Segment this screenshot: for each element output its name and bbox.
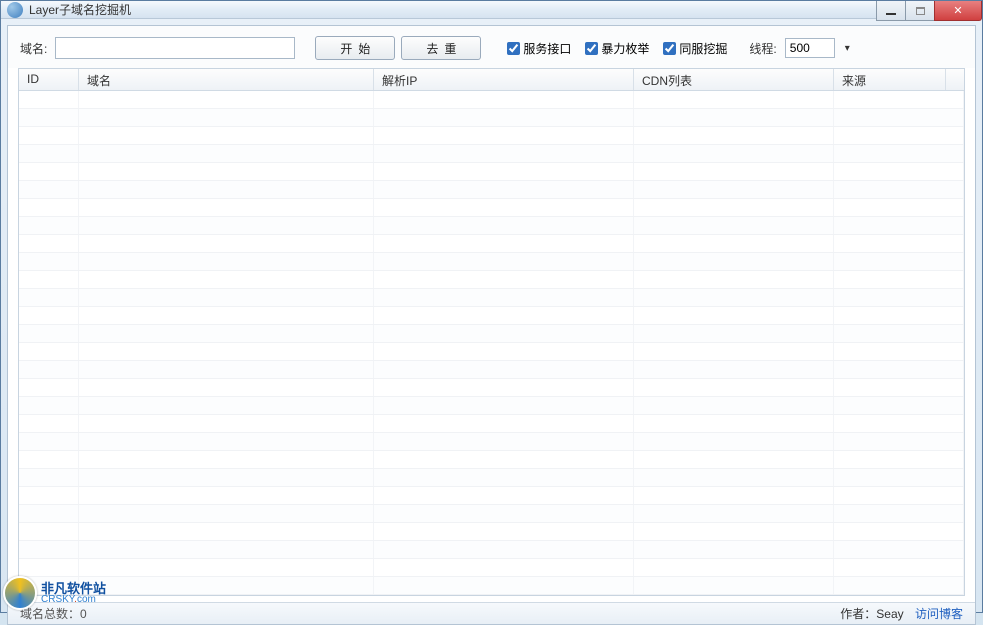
- thread-dropdown-icon[interactable]: ▾: [845, 43, 850, 54]
- blog-link[interactable]: 访问博客: [915, 607, 963, 621]
- th-ip[interactable]: 解析IP: [374, 69, 634, 90]
- author-name: Seay: [876, 607, 903, 621]
- brute-checkbox-group[interactable]: 暴力枚举: [585, 40, 649, 57]
- th-source[interactable]: 来源: [834, 69, 946, 90]
- author-label: 作者：: [840, 607, 876, 621]
- table-row[interactable]: [19, 397, 964, 415]
- sameserver-checkbox-label: 同服挖掘: [679, 40, 727, 57]
- table-row[interactable]: [19, 433, 964, 451]
- window-title: Layer子域名挖掘机: [29, 1, 131, 18]
- table-row[interactable]: [19, 217, 964, 235]
- brute-checkbox-label: 暴力枚举: [601, 40, 649, 57]
- client-area: 域名: 开始 去重 服务接口 暴力枚举 同服挖掘 线程: ▾: [7, 25, 976, 625]
- table-row[interactable]: [19, 253, 964, 271]
- table-header: ID 域名 解析IP CDN列表 来源: [19, 69, 964, 91]
- window-controls: ✕: [877, 1, 982, 21]
- th-cdn[interactable]: CDN列表: [634, 69, 834, 90]
- table-row[interactable]: [19, 289, 964, 307]
- table-row[interactable]: [19, 163, 964, 181]
- app-icon: [7, 2, 23, 18]
- maximize-button[interactable]: [905, 1, 935, 21]
- status-count: 域名总数：0: [20, 605, 87, 622]
- table-row[interactable]: [19, 271, 964, 289]
- table-row[interactable]: [19, 523, 964, 541]
- th-domain[interactable]: 域名: [79, 69, 374, 90]
- table-row[interactable]: [19, 145, 964, 163]
- table-body[interactable]: [19, 91, 964, 595]
- start-button[interactable]: 开始: [315, 36, 395, 60]
- domain-label: 域名:: [20, 40, 47, 57]
- domain-input[interactable]: [55, 37, 295, 59]
- app-window: Layer子域名挖掘机 ✕ 域名: 开始 去重 服务接口 暴力枚举: [0, 0, 983, 613]
- table-row[interactable]: [19, 469, 964, 487]
- statusbar: 域名总数：0 作者：Seay 访问博客: [8, 602, 975, 624]
- thread-input[interactable]: [785, 38, 835, 58]
- table-row[interactable]: [19, 181, 964, 199]
- table-row[interactable]: [19, 343, 964, 361]
- dedup-button[interactable]: 去重: [401, 36, 481, 60]
- table-row[interactable]: [19, 415, 964, 433]
- status-right: 作者：Seay 访问博客: [840, 605, 963, 622]
- table-row[interactable]: [19, 127, 964, 145]
- sameserver-checkbox[interactable]: [663, 42, 676, 55]
- table-row[interactable]: [19, 577, 964, 595]
- table-row[interactable]: [19, 307, 964, 325]
- table-row[interactable]: [19, 109, 964, 127]
- table-row[interactable]: [19, 91, 964, 109]
- table-row[interactable]: [19, 487, 964, 505]
- results-table: ID 域名 解析IP CDN列表 来源: [18, 68, 965, 596]
- close-button[interactable]: ✕: [934, 1, 982, 21]
- minimize-button[interactable]: [876, 1, 906, 21]
- th-scroll-spacer: [946, 69, 964, 90]
- sameserver-checkbox-group[interactable]: 同服挖掘: [663, 40, 727, 57]
- table-row[interactable]: [19, 379, 964, 397]
- table-row[interactable]: [19, 451, 964, 469]
- service-checkbox-label: 服务接口: [523, 40, 571, 57]
- table-row[interactable]: [19, 325, 964, 343]
- table-row[interactable]: [19, 199, 964, 217]
- table-row[interactable]: [19, 361, 964, 379]
- thread-label: 线程:: [749, 40, 776, 57]
- th-id[interactable]: ID: [19, 69, 79, 90]
- service-checkbox-group[interactable]: 服务接口: [507, 40, 571, 57]
- table-row[interactable]: [19, 505, 964, 523]
- table-row[interactable]: [19, 235, 964, 253]
- table-row[interactable]: [19, 541, 964, 559]
- titlebar[interactable]: Layer子域名挖掘机 ✕: [1, 1, 982, 19]
- table-row[interactable]: [19, 559, 964, 577]
- toolbar: 域名: 开始 去重 服务接口 暴力枚举 同服挖掘 线程: ▾: [8, 26, 975, 68]
- brute-checkbox[interactable]: [585, 42, 598, 55]
- service-checkbox[interactable]: [507, 42, 520, 55]
